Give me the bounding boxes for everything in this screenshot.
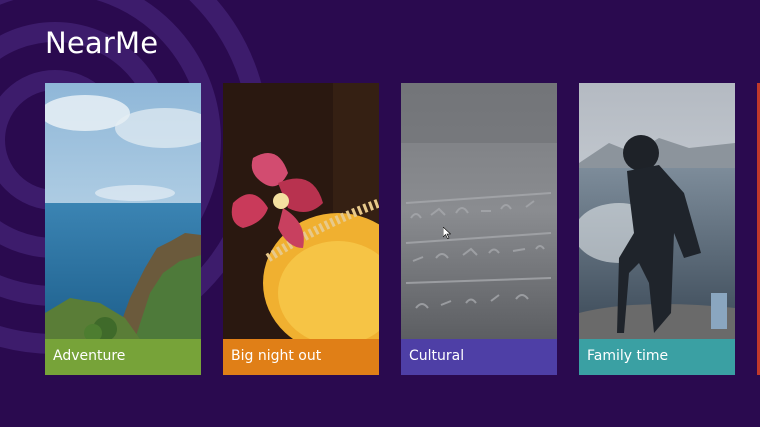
tile-label-bar: Adventure — [45, 339, 201, 375]
tile-family-time[interactable]: Family time — [579, 83, 735, 375]
app-title: NearMe — [45, 26, 159, 60]
tile-label-family-time: Family time — [587, 348, 669, 364]
tile-label-big-night-out: Big night out — [231, 348, 322, 364]
tile-label-bar: Family time — [579, 339, 735, 375]
tile-label-bar: Big night out — [223, 339, 379, 375]
mouse-cursor-icon — [443, 227, 451, 239]
tile-big-night-out[interactable]: Big night out — [223, 83, 379, 375]
tile-label-adventure: Adventure — [53, 348, 126, 364]
big-night-out-image — [223, 83, 379, 339]
tile-label-cultural: Cultural — [409, 348, 465, 364]
cultural-image — [401, 83, 557, 339]
tile-cultural[interactable]: Cultural — [401, 83, 557, 375]
family-time-image — [579, 83, 735, 339]
tile-adventure[interactable]: Adventure — [45, 83, 201, 375]
adventure-image — [45, 83, 201, 339]
tile-label-bar: Cultural — [401, 339, 557, 375]
